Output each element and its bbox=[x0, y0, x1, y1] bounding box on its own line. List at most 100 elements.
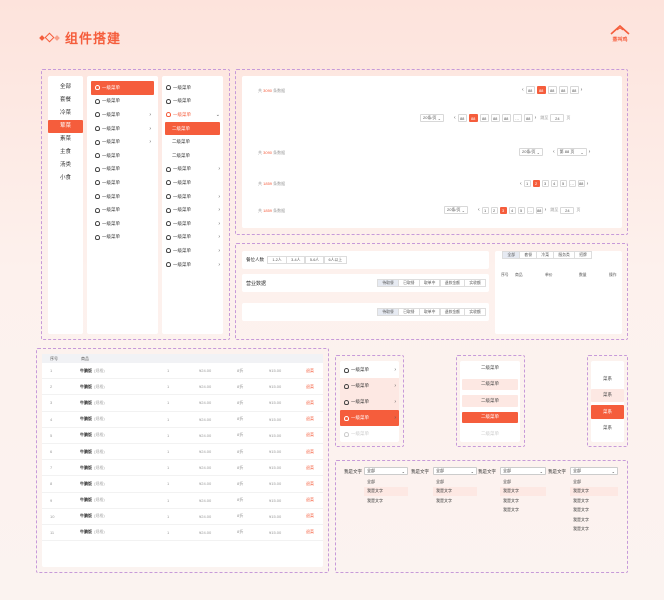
page-button[interactable]: 5 bbox=[517, 206, 525, 214]
segment-option[interactable]: 冷菜 bbox=[536, 251, 554, 259]
dropdown-option[interactable]: 我是文字 bbox=[364, 486, 408, 496]
segment-option[interactable]: 1-2人 bbox=[267, 256, 287, 264]
menu-item[interactable]: 一级菜单 › bbox=[162, 163, 223, 177]
dropdown-option[interactable]: 我是文字 bbox=[570, 496, 618, 506]
prev-page-button[interactable]: ‹ bbox=[553, 149, 555, 155]
refund-button[interactable]: 退菜 bbox=[306, 449, 314, 455]
dropdown-option[interactable]: 我是文字 bbox=[364, 496, 408, 506]
prev-page-button[interactable]: ‹ bbox=[522, 87, 524, 93]
refund-button[interactable]: 退菜 bbox=[306, 529, 314, 535]
page-size-select[interactable]: 20条/页 ⌄ bbox=[444, 206, 468, 214]
prev-page-button[interactable]: ‹ bbox=[454, 115, 456, 121]
page-button[interactable]: 3 bbox=[541, 180, 549, 187]
submenu-state-item[interactable]: 二级菜单 bbox=[462, 362, 518, 374]
dropdown-option[interactable]: 全部 bbox=[570, 477, 618, 487]
dropdown-option[interactable]: 我是文字 bbox=[500, 506, 546, 516]
dropdown-option[interactable]: 全部 bbox=[500, 477, 546, 487]
segment-option[interactable]: 服务类 bbox=[553, 251, 575, 259]
goto-input[interactable]: 24 bbox=[550, 114, 565, 122]
submenu-state-item[interactable]: 二级菜单 bbox=[462, 428, 518, 440]
page-button[interactable]: 88 bbox=[569, 86, 579, 94]
dropdown-option[interactable]: 我是文字 bbox=[570, 515, 618, 525]
menu-item[interactable]: 一级菜单 › bbox=[162, 258, 223, 272]
segment-option[interactable]: 待取餐 bbox=[377, 279, 399, 287]
next-page-button[interactable]: › bbox=[589, 149, 591, 155]
menu-item[interactable]: 一级菜单 › bbox=[162, 190, 223, 204]
page-button-last[interactable]: 88 bbox=[523, 114, 533, 122]
category-item[interactable]: 小食 bbox=[48, 172, 83, 185]
menu-item[interactable]: 一级菜单 › bbox=[91, 122, 154, 136]
dropdown-option[interactable]: 全部 bbox=[364, 477, 408, 487]
dropdown-option[interactable]: 全部 bbox=[433, 477, 477, 487]
menu-item[interactable]: 一级菜单 › bbox=[162, 203, 223, 217]
menu-item[interactable]: 一级菜单 › bbox=[162, 231, 223, 245]
menu-state-item[interactable]: 一级菜单 › bbox=[340, 410, 399, 426]
dropdown-select[interactable]: 全部 ⌄ bbox=[364, 467, 408, 475]
menu-item[interactable]: 一级菜单 bbox=[91, 95, 154, 109]
category-state-item[interactable]: 菜系 bbox=[591, 372, 624, 386]
segment-option[interactable]: 已取餐 bbox=[398, 308, 420, 316]
menu-item[interactable]: 一级菜单 bbox=[162, 176, 223, 190]
category-item[interactable]: 冷菜 bbox=[48, 107, 83, 120]
menu-item[interactable]: 一级菜单 bbox=[91, 163, 154, 177]
refund-button[interactable]: 退菜 bbox=[306, 416, 314, 422]
page-button[interactable]: 88 bbox=[558, 86, 568, 94]
page-button[interactable]: 5 bbox=[559, 180, 567, 187]
segment-option[interactable]: 全部 bbox=[502, 251, 520, 259]
category-item[interactable]: 全部 bbox=[48, 81, 83, 94]
menu-item[interactable]: 一级菜单 › bbox=[91, 135, 154, 149]
refund-button[interactable]: 退菜 bbox=[306, 513, 314, 519]
page-button-current[interactable]: 88 bbox=[536, 86, 546, 94]
segment-option[interactable]: 实收额 bbox=[464, 279, 486, 287]
segment-option[interactable]: 套餐 bbox=[519, 251, 537, 259]
page-button-last[interactable]: 88 bbox=[577, 180, 585, 187]
page-button[interactable]: 1 bbox=[481, 206, 489, 214]
segment-option[interactable]: 退款金额 bbox=[439, 279, 465, 287]
category-item[interactable]: 汤类 bbox=[48, 159, 83, 172]
page-button[interactable]: 2 bbox=[490, 206, 498, 214]
category-state-item[interactable]: 菜系 bbox=[591, 422, 624, 436]
page-button[interactable]: 88 bbox=[547, 86, 557, 94]
segment-option[interactable]: 招牌 bbox=[574, 251, 592, 259]
menu-item[interactable]: 一级菜单 ⌄ bbox=[162, 108, 223, 122]
goto-input[interactable]: 24 bbox=[560, 206, 575, 214]
segment-option[interactable]: 取单中 bbox=[419, 279, 441, 287]
refund-button[interactable]: 退菜 bbox=[306, 497, 314, 503]
submenu-state-item[interactable]: 二级菜单 bbox=[462, 395, 518, 407]
dropdown-option[interactable]: 我是文字 bbox=[433, 486, 477, 496]
prev-page-button[interactable]: ‹ bbox=[520, 181, 522, 187]
category-item[interactable]: 荤菜 bbox=[48, 120, 83, 133]
menu-state-item[interactable]: 一级菜单 › bbox=[340, 394, 399, 410]
category-state-item[interactable]: 菜系 bbox=[591, 405, 624, 419]
page-button-current[interactable]: 2 bbox=[532, 180, 540, 187]
page-button[interactable]: 88 bbox=[501, 114, 511, 122]
menu-item[interactable]: 一级菜单 bbox=[162, 95, 223, 109]
page-button[interactable]: 4 bbox=[508, 206, 516, 214]
submenu-item[interactable]: 二级菜单 bbox=[165, 121, 220, 136]
menu-item[interactable]: 一级菜单 bbox=[91, 217, 154, 231]
menu-state-item[interactable]: 一级菜单 › bbox=[340, 378, 399, 394]
page-jump-select[interactable]: 第 88 页 ⌄ bbox=[556, 148, 587, 156]
page-ellipsis[interactable]: … bbox=[568, 180, 576, 187]
submenu-item[interactable]: 二级菜单 bbox=[162, 135, 223, 149]
refund-button[interactable]: 退菜 bbox=[306, 465, 314, 471]
dropdown-select[interactable]: 全部 ⌄ bbox=[500, 467, 546, 475]
menu-item[interactable]: 一级菜单 bbox=[162, 81, 223, 95]
menu-item[interactable]: 一级菜单 › bbox=[162, 244, 223, 258]
page-ellipsis[interactable]: … bbox=[512, 114, 522, 122]
segment-option[interactable]: 退款金额 bbox=[439, 308, 465, 316]
refund-button[interactable]: 退菜 bbox=[306, 481, 314, 487]
page-button-current[interactable]: 88 bbox=[468, 114, 478, 122]
page-ellipsis[interactable]: … bbox=[526, 206, 534, 214]
submenu-state-item[interactable]: 二级菜单 bbox=[462, 378, 518, 390]
category-item[interactable]: 主食 bbox=[48, 146, 83, 159]
menu-item[interactable]: 一级菜单 bbox=[91, 176, 154, 190]
page-button-current[interactable]: 3 bbox=[499, 206, 507, 214]
refund-button[interactable]: 退菜 bbox=[306, 400, 314, 406]
segment-option[interactable]: 6人以上 bbox=[323, 256, 348, 264]
prev-page-button[interactable]: ‹ bbox=[478, 207, 480, 213]
menu-item[interactable]: 一级菜单 bbox=[91, 81, 154, 95]
menu-item[interactable]: 一级菜单 › bbox=[91, 108, 154, 122]
page-button[interactable]: 88 bbox=[479, 114, 489, 122]
segment-option[interactable]: 取单中 bbox=[419, 308, 441, 316]
